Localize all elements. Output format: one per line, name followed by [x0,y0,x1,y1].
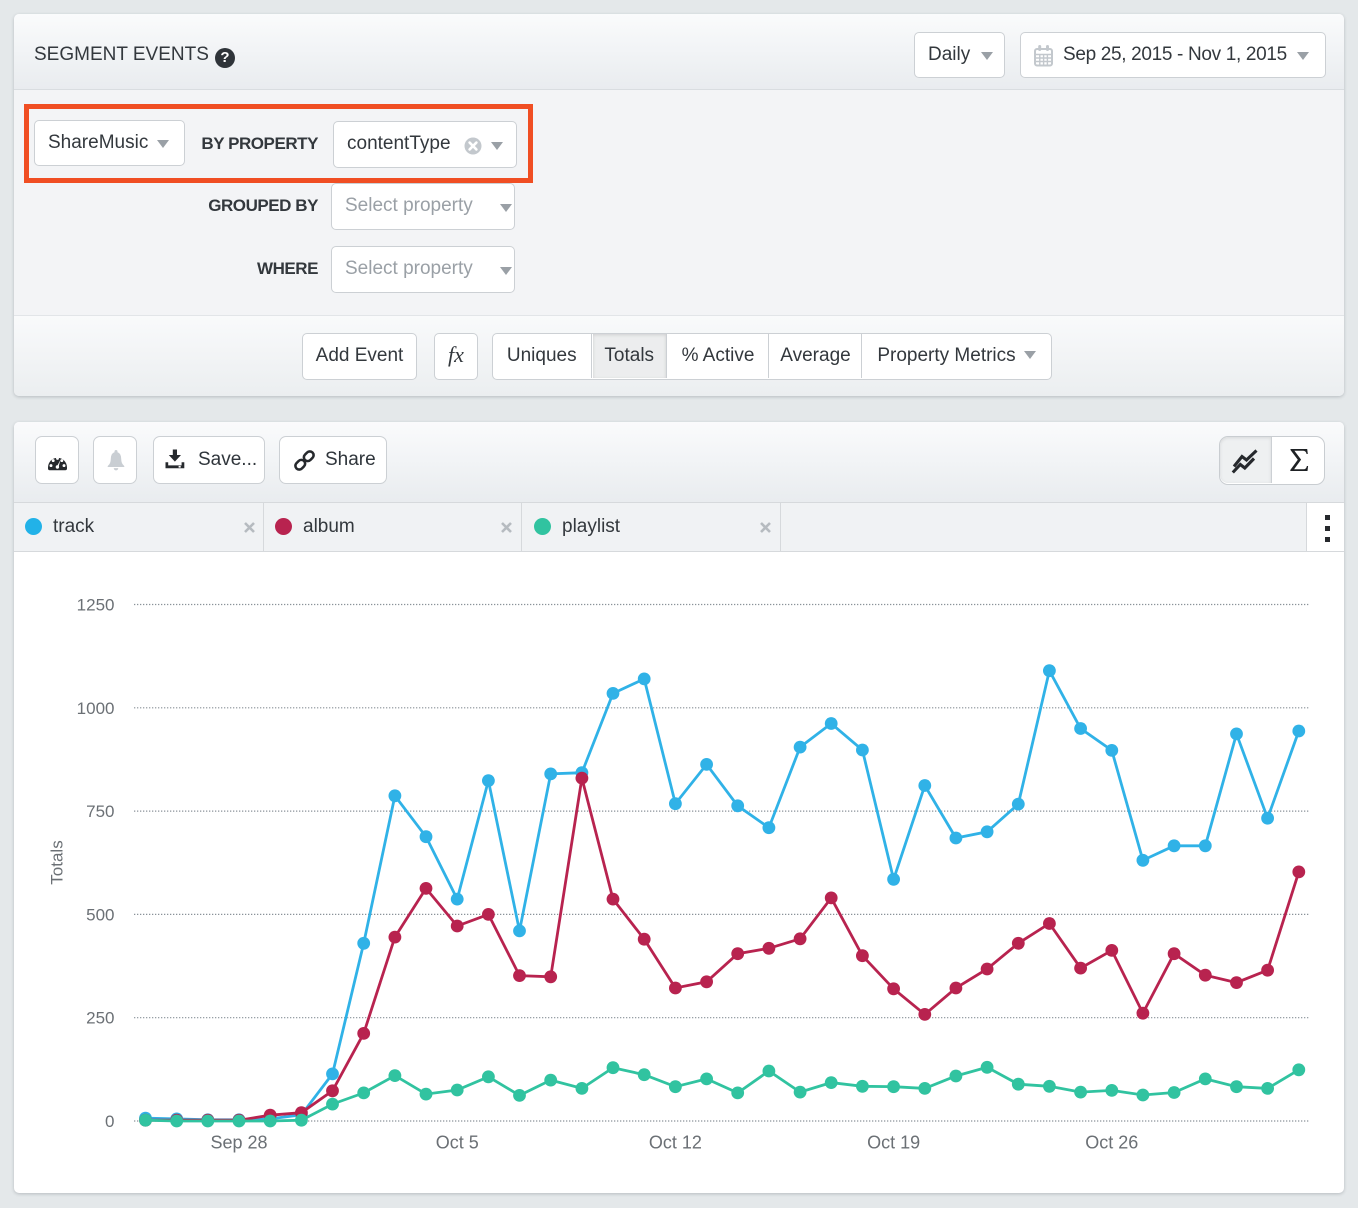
svg-text:Oct 26: Oct 26 [1085,1133,1138,1153]
svg-text:0: 0 [105,1112,114,1131]
svg-text:Oct 12: Oct 12 [649,1133,702,1153]
svg-text:750: 750 [86,802,114,821]
svg-text:Oct 5: Oct 5 [436,1133,479,1153]
svg-text:Totals: Totals [48,840,67,884]
svg-text:Sep 28: Sep 28 [210,1133,267,1153]
svg-text:500: 500 [86,905,114,924]
svg-text:250: 250 [86,1009,114,1028]
svg-text:Oct 19: Oct 19 [867,1133,920,1153]
svg-text:1000: 1000 [77,699,115,718]
svg-text:1250: 1250 [77,596,115,615]
